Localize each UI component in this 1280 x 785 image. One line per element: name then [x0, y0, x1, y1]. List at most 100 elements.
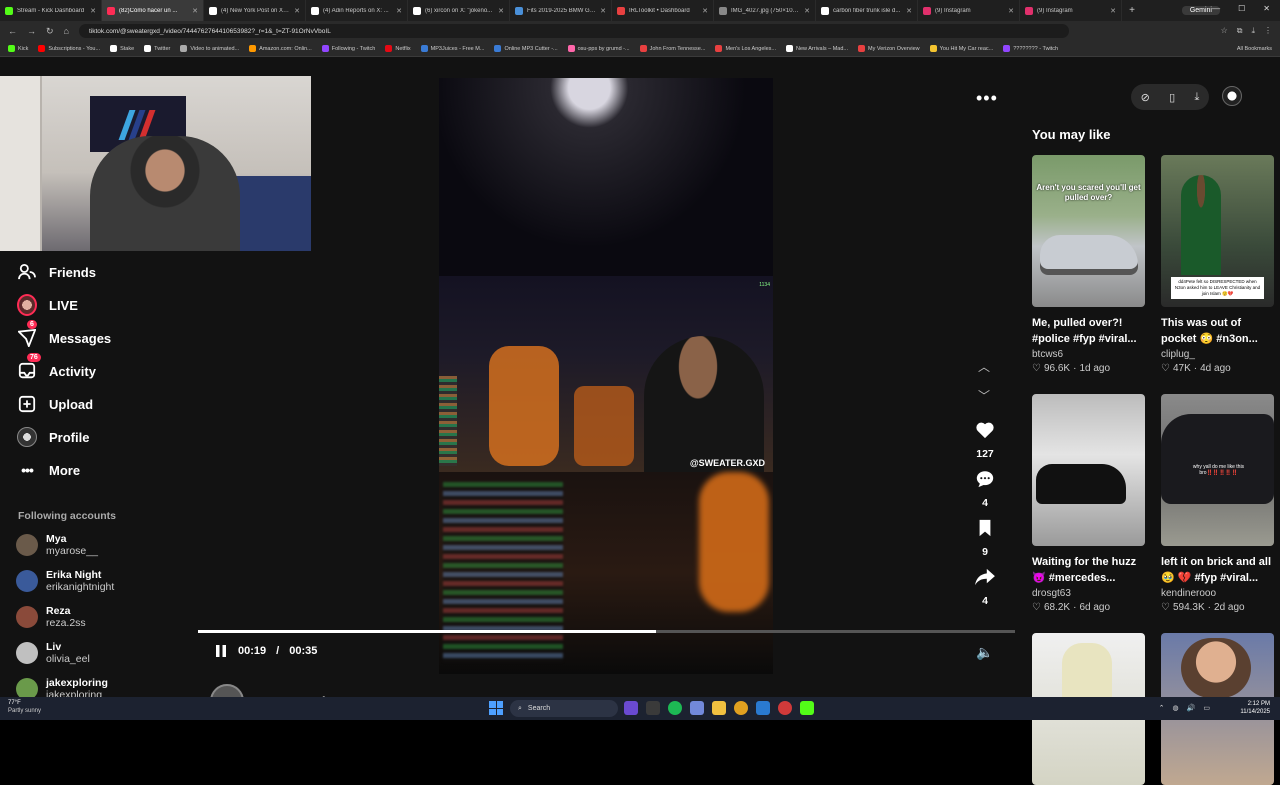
bookmark-item[interactable]: ???????? - Twitch [1003, 45, 1058, 52]
following-account[interactable]: Reza reza.2ss [16, 605, 86, 629]
close-tab-icon[interactable]: ✕ [600, 7, 606, 15]
clock[interactable]: 2:12 PM 11/14/2025 [1240, 700, 1270, 716]
close-tab-icon[interactable]: ✕ [498, 7, 504, 15]
sidebar-item-messages[interactable]: 6 Messages [17, 320, 111, 348]
close-tab-icon[interactable]: ✕ [396, 7, 402, 15]
following-account[interactable]: Mya myarose__ [16, 533, 98, 557]
browser-tab[interactable]: (6) xircon on X: "jokeno... ✕ [408, 0, 510, 21]
more-options-icon[interactable]: ••• [976, 88, 998, 109]
close-tab-icon[interactable]: ✕ [702, 7, 708, 15]
back-icon[interactable]: ← [8, 26, 17, 36]
file-explorer-icon[interactable] [712, 701, 726, 715]
bookmark-item[interactable]: Video to animated... [180, 45, 239, 52]
video-thumbnail[interactable]: dd4Pete felt so DISRESPECTED when N3on a… [1161, 155, 1274, 307]
next-video-icon[interactable]: ﹀ [975, 387, 993, 405]
network-icon[interactable]: ◍ [1173, 704, 1179, 712]
close-tab-icon[interactable]: ✕ [90, 7, 96, 15]
sidebar-item-friends[interactable]: Friends [17, 262, 96, 282]
maximize-icon[interactable]: ☐ [1238, 4, 1245, 13]
card-title[interactable]: This was out of pocket 😳 #n3on... [1161, 315, 1274, 347]
browser-tab[interactable]: (4) Adin Reports on X: ... ✕ [306, 0, 408, 21]
discord-icon[interactable] [690, 701, 704, 715]
like-button[interactable]: 127 [972, 421, 998, 460]
sidebar-item-profile[interactable]: Profile [17, 427, 89, 447]
extensions-icon[interactable]: ⧉ [1237, 26, 1243, 36]
bookmark-item[interactable]: Stake [110, 45, 134, 52]
comment-button[interactable]: 4 [972, 470, 998, 509]
recommended-video-card[interactable]: Waiting for the huzz 😈 #mercedes... dros… [1032, 394, 1145, 613]
browser-tab[interactable]: (82)Cómo hacer un ... ✕ [102, 0, 204, 21]
bookmark-item[interactable]: Amazon.com: Onlin... [249, 45, 312, 52]
reload-icon[interactable]: ↻ [46, 26, 54, 37]
card-title[interactable]: Me, pulled over?! #police #fyp #viral... [1032, 315, 1145, 347]
home-icon[interactable]: ⌂ [64, 26, 69, 36]
speaker-icon[interactable]: 🔊 [1187, 704, 1196, 712]
volume-icon[interactable]: 🔈 [976, 644, 993, 661]
browser-tab[interactable]: Stream - Kick Dashboard ✕ [0, 0, 102, 21]
bookmark-item[interactable]: Kick [8, 45, 28, 52]
card-title[interactable]: left it on brick and all 🥹 💔 #fyp #viral… [1161, 554, 1274, 586]
menu-icon[interactable]: ⋮ [1264, 26, 1272, 36]
video-progress-bar[interactable] [198, 630, 1015, 633]
windows-start-icon[interactable] [489, 701, 503, 715]
bookmark-item[interactable]: New Arrivals – Mad... [786, 45, 848, 52]
bookmark-item[interactable]: My Verizon Overview [858, 45, 920, 52]
card-author[interactable]: kendinerooo [1161, 588, 1274, 599]
card-title[interactable]: Waiting for the huzz 😈 #mercedes... [1032, 554, 1145, 586]
browser-tab[interactable]: (4) New York Post on X: ... ✕ [204, 0, 306, 21]
app-icon[interactable] [624, 701, 638, 715]
close-window-icon[interactable]: ✕ [1263, 4, 1270, 13]
download-icon[interactable]: ⤓ [1251, 26, 1255, 36]
phone-icon[interactable]: ▯ [1169, 91, 1175, 104]
bookmark-item[interactable]: Netflix [385, 45, 411, 52]
bookmark-item[interactable]: Online MP3 Cutter -... [494, 45, 558, 52]
forward-icon[interactable]: → [27, 26, 36, 36]
battery-icon[interactable]: ▭ [1203, 704, 1210, 712]
sidebar-item-upload[interactable]: Upload [17, 394, 93, 414]
chrome-icon[interactable] [734, 701, 748, 715]
taskbar-search[interactable]: ⌕ Search [510, 700, 618, 717]
browser-tab[interactable]: (9) Instagram ✕ [1020, 0, 1122, 21]
bookmark-item[interactable]: John From Tennesse... [639, 45, 705, 52]
pause-icon[interactable] [214, 644, 228, 658]
video-thumbnail[interactable]: why yall do me like this bro‼️‼️‼️‼️‼️ [1161, 394, 1274, 546]
bookmark-item[interactable]: osu-pps by grumd -... [567, 45, 630, 52]
account-avatar[interactable] [1222, 86, 1242, 106]
recommended-video-card[interactable]: dd4Pete felt so DISRESPECTED when N3on a… [1161, 155, 1274, 374]
sidebar-item-activity[interactable]: 76 Activity [17, 353, 96, 381]
following-account[interactable]: Liv olivia_eel [16, 641, 90, 665]
browser-tab[interactable]: IRLToolkit • Dashboard ✕ [612, 0, 714, 21]
weather-widget[interactable]: 77°F Partly sunny [8, 699, 41, 715]
browser-tab[interactable]: Fits 2019-2025 BMW G2... ✕ [510, 0, 612, 21]
all-bookmarks[interactable]: All Bookmarks [1237, 46, 1272, 52]
close-tab-icon[interactable]: ✕ [294, 7, 300, 15]
browser-tab[interactable]: IMG_4027.jpg (750×105... ✕ [714, 0, 816, 21]
close-tab-icon[interactable]: ✕ [804, 7, 810, 15]
bookmark-item[interactable]: MP3Juices - Free M... [420, 45, 484, 52]
bookmark-item[interactable]: Twitter [144, 45, 170, 52]
spotify-icon[interactable] [668, 701, 682, 715]
video-player[interactable]: 1134 @SWEATER.GXD [439, 78, 773, 674]
save-button[interactable]: 9 [972, 519, 998, 558]
close-tab-icon[interactable]: ✕ [1008, 7, 1014, 15]
bookmark-item[interactable]: You Hit My Car reac... [929, 45, 993, 52]
previous-video-icon[interactable]: ︿ [975, 358, 993, 376]
close-tab-icon[interactable]: ✕ [906, 7, 912, 15]
kick-icon[interactable] [800, 701, 814, 715]
bookmark-item[interactable]: Following - Twitch [321, 45, 375, 52]
close-tab-icon[interactable]: ✕ [1110, 7, 1116, 15]
card-author[interactable]: drosgt63 [1032, 588, 1145, 599]
browser-tab[interactable]: carbon fiber trunk isle d... ✕ [816, 0, 918, 21]
sidebar-item-live[interactable]: LIVE [17, 294, 78, 316]
following-account[interactable]: Erika Night erikanightnight [16, 569, 114, 593]
video-thumbnail[interactable]: Aren't you scared you'll get pulled over… [1032, 155, 1145, 307]
star-icon[interactable]: ☆ [1221, 26, 1228, 36]
photos-icon[interactable] [756, 701, 770, 715]
tray-icon[interactable]: ⌃ [1159, 704, 1165, 712]
minimize-icon[interactable]: — [1212, 4, 1220, 13]
compass-icon[interactable]: ⊘ [1141, 91, 1150, 104]
recommended-video-card[interactable]: why yall do me like this bro‼️‼️‼️‼️‼️ le… [1161, 394, 1274, 613]
card-author[interactable]: cliplug_ [1161, 349, 1274, 360]
app-icon[interactable] [778, 701, 792, 715]
sidebar-item-more[interactable]: ••• More [17, 460, 80, 480]
